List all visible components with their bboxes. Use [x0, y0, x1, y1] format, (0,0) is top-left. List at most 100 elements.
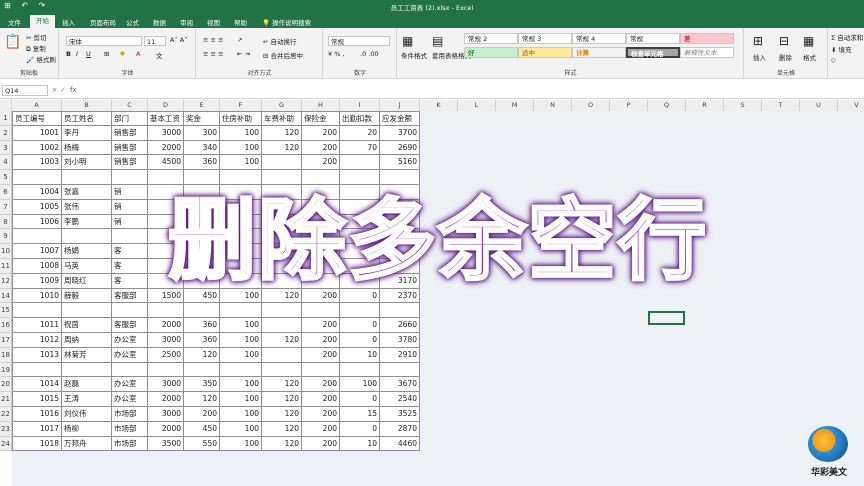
row-header-15[interactable]: 15 [0, 303, 12, 319]
tab-file[interactable]: 文件 [8, 17, 21, 27]
tab-search[interactable]: 💡 操作说明搜索 [262, 17, 311, 27]
table-cell[interactable]: 3670 [380, 377, 420, 393]
table-cell[interactable]: 100 [220, 333, 262, 348]
table-format-icon[interactable]: ▤ [432, 34, 443, 48]
table-cell[interactable]: 120 [262, 392, 302, 407]
table-cell[interactable]: 销售部 [112, 140, 148, 156]
table-cell[interactable]: 1007 [12, 244, 62, 259]
tab-page-layout[interactable]: 页面布局 [90, 17, 116, 27]
tab-formulas[interactable]: 公式 [126, 17, 139, 27]
select-all-corner[interactable] [0, 100, 12, 111]
table-cell[interactable]: 15 [340, 407, 380, 422]
table-cell[interactable]: 200 [302, 347, 340, 363]
table-cell[interactable]: 杨娟 [62, 244, 112, 259]
table-cell[interactable]: 360 [184, 333, 220, 348]
table-cell[interactable]: 20 [340, 125, 380, 141]
style-normal-3[interactable]: 常规 3 [518, 33, 572, 44]
column-header-v[interactable]: V [838, 100, 864, 111]
style-normal[interactable]: 常规 [626, 33, 680, 44]
table-cell[interactable] [148, 170, 184, 185]
table-cell[interactable]: 1002 [12, 140, 62, 156]
column-header-k[interactable]: K [420, 100, 458, 111]
table-cell[interactable] [62, 303, 112, 319]
table-cell[interactable]: 200 [302, 436, 340, 452]
tab-insert[interactable]: 插入 [62, 17, 75, 27]
table-cell[interactable]: 120 [184, 392, 220, 407]
table-cell[interactable]: 120 [262, 140, 302, 156]
table-cell[interactable] [62, 229, 112, 245]
table-cell[interactable]: 5160 [380, 155, 420, 171]
table-cell[interactable]: 100 [220, 436, 262, 452]
table-cell[interactable] [62, 362, 112, 378]
style-explanatory[interactable]: 解释性文本 [680, 47, 734, 58]
table-cell[interactable]: 0 [340, 392, 380, 407]
format-painter-button[interactable]: 🖌 格式刷 [26, 54, 56, 64]
font-size-select[interactable]: 11 [144, 36, 166, 46]
table-cell[interactable]: 2870 [380, 421, 420, 437]
table-cell[interactable] [302, 362, 340, 378]
table-cell[interactable]: 120 [262, 421, 302, 437]
row-header-1[interactable]: 1 [0, 111, 12, 126]
table-cell[interactable]: 林菊芳 [62, 347, 112, 363]
tab-review[interactable]: 审阅 [180, 17, 193, 27]
column-header-u[interactable]: U [800, 100, 838, 111]
delete-cells-icon[interactable]: ⊟ [779, 34, 789, 48]
paste-icon[interactable]: 📋 [4, 34, 21, 50]
table-cell[interactable]: 祝茵 [62, 318, 112, 333]
column-header-b[interactable]: B [62, 100, 112, 111]
column-header-s[interactable]: S [724, 100, 762, 111]
table-cell[interactable]: 200 [184, 407, 220, 422]
table-cell[interactable] [184, 170, 220, 185]
table-cell[interactable]: 4500 [148, 155, 184, 171]
table-cell[interactable]: 1010 [12, 288, 62, 304]
table-cell[interactable]: 办公室 [112, 377, 148, 393]
table-cell[interactable] [112, 362, 148, 378]
insert-cells-button[interactable]: 插入 [753, 52, 766, 62]
table-cell[interactable]: 张嘉 [62, 185, 112, 200]
row-header-19[interactable]: 19 [0, 362, 12, 378]
header-cell[interactable]: 基本工资 [148, 111, 184, 126]
bold-button[interactable]: B [66, 50, 71, 58]
font-color-icon[interactable]: A [136, 50, 140, 58]
table-cell[interactable]: 100 [340, 377, 380, 393]
table-cell[interactable]: 3000 [148, 377, 184, 393]
table-cell[interactable]: 3000 [148, 407, 184, 422]
header-cell[interactable]: 车费补助 [262, 111, 302, 126]
table-cell[interactable]: 1008 [12, 259, 62, 274]
name-box[interactable]: Q14 [2, 85, 48, 96]
table-cell[interactable]: 2910 [380, 347, 420, 363]
table-cell[interactable] [112, 303, 148, 319]
table-cell[interactable]: 1003 [12, 155, 62, 171]
clear-icon[interactable]: ◇ [831, 56, 836, 64]
conditional-format-button[interactable]: 条件格式 [401, 50, 427, 60]
style-good[interactable]: 好 [464, 47, 518, 58]
format-cells-icon[interactable]: ▦ [803, 34, 814, 48]
table-cell[interactable]: 1006 [12, 214, 62, 230]
table-cell[interactable]: 1015 [12, 392, 62, 407]
column-header-l[interactable]: L [458, 100, 496, 111]
column-header-e[interactable]: E [184, 100, 220, 111]
header-cell[interactable]: 住房补助 [220, 111, 262, 126]
row-header-10[interactable]: 10 [0, 244, 12, 259]
column-header-r[interactable]: R [686, 100, 724, 111]
table-cell[interactable]: 刘仪伟 [62, 407, 112, 422]
table-cell[interactable]: 办公室 [112, 392, 148, 407]
table-cell[interactable]: 3780 [380, 333, 420, 348]
table-cell[interactable]: 3500 [148, 436, 184, 452]
row-header-23[interactable]: 23 [0, 421, 12, 437]
conditional-format-icon[interactable]: ▦ [402, 34, 413, 48]
table-cell[interactable]: 120 [262, 436, 302, 452]
table-cell[interactable]: 100 [220, 125, 262, 141]
table-cell[interactable]: 1018 [12, 436, 62, 452]
table-cell[interactable]: 1001 [12, 125, 62, 141]
table-cell[interactable]: 2000 [148, 392, 184, 407]
table-cell[interactable]: 李鹏 [62, 214, 112, 230]
table-cell[interactable]: 杨梅 [62, 140, 112, 156]
merge-center-button[interactable]: ⊟ 合并后居中 [263, 50, 303, 60]
table-cell[interactable] [12, 170, 62, 185]
table-cell[interactable]: 王涛 [62, 392, 112, 407]
table-cell[interactable]: 杨柳 [62, 421, 112, 437]
table-cell[interactable]: 10 [340, 436, 380, 452]
style-normal-4[interactable]: 常规 4 [572, 33, 626, 44]
table-cell[interactable] [62, 170, 112, 185]
